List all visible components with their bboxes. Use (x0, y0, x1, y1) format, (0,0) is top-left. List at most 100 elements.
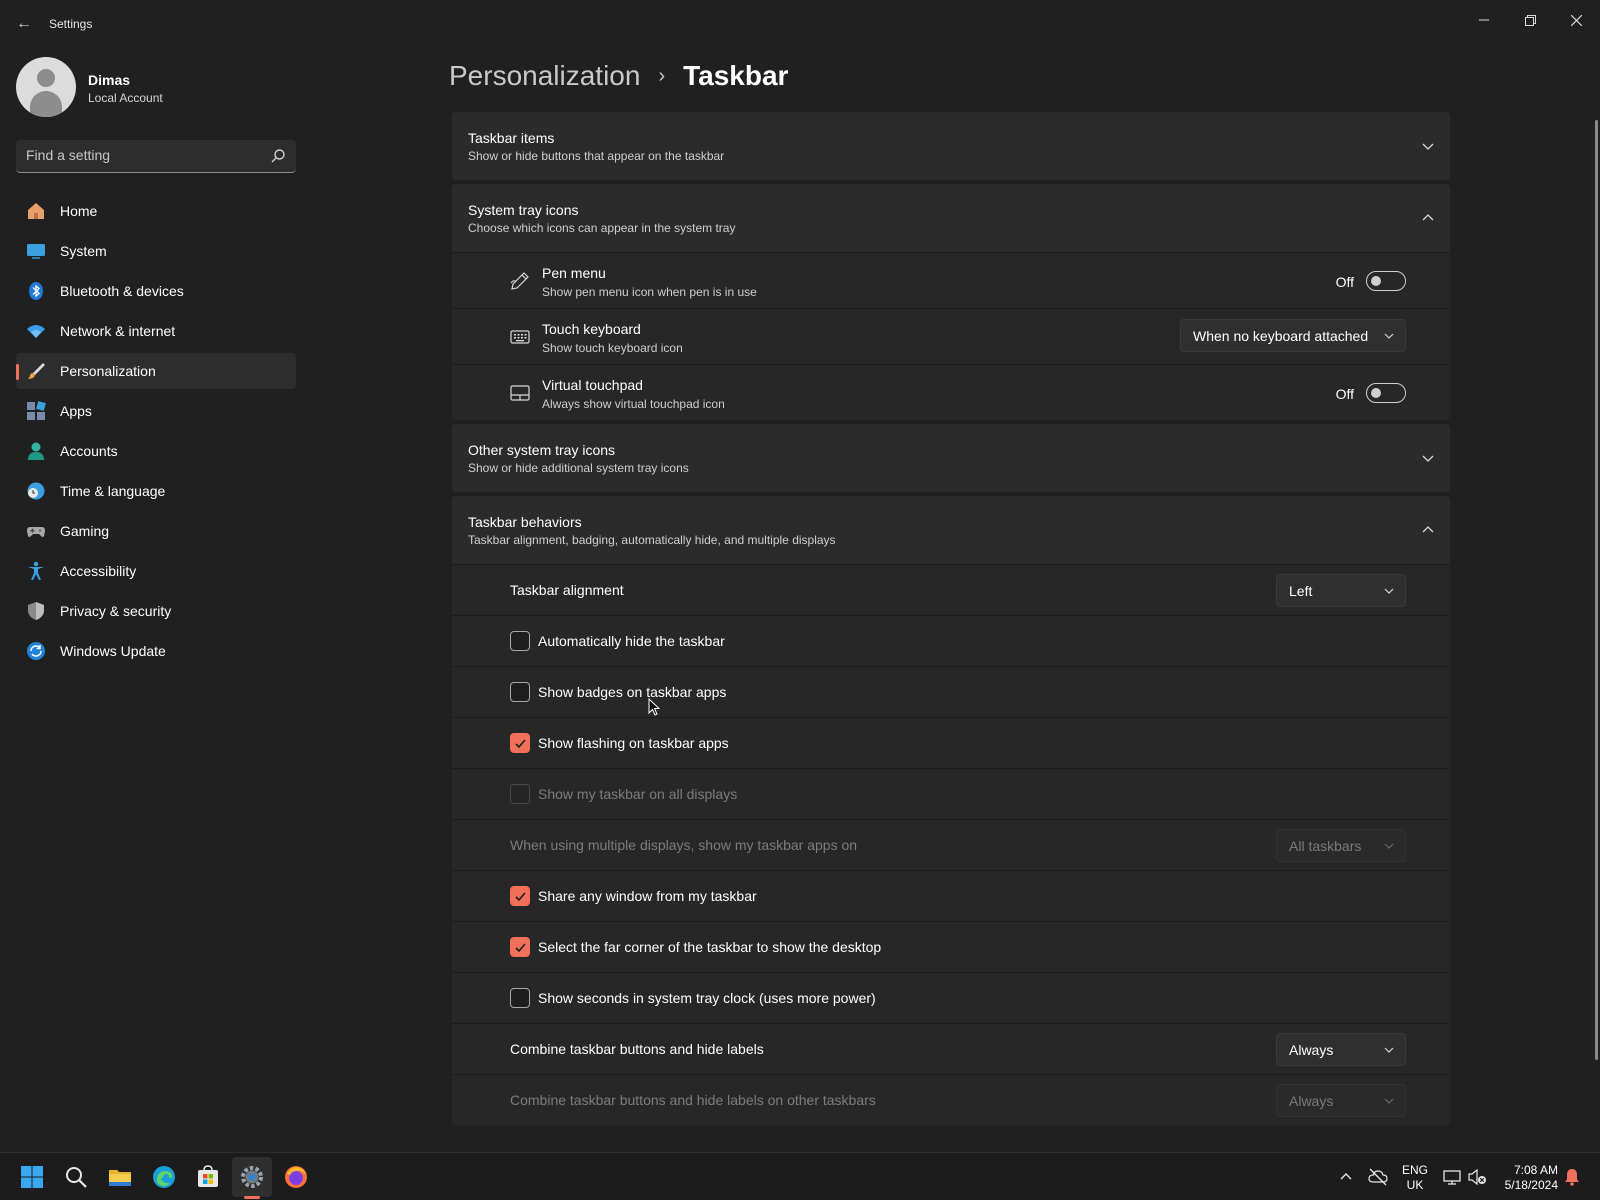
language-region: UK (1406, 1178, 1424, 1192)
virtual-touchpad-toggle[interactable] (1366, 383, 1406, 403)
show-seconds-checkbox[interactable] (510, 988, 530, 1008)
keyboard-icon (510, 330, 530, 344)
checkbox-label[interactable]: Select the far corner of the taskbar to … (538, 939, 881, 955)
section-subtitle: Show or hide buttons that appear on the … (468, 149, 725, 163)
flashing-row: Show flashing on taskbar apps (452, 717, 1450, 768)
back-arrow-icon: ← (16, 15, 32, 32)
taskbar-items-section[interactable]: Taskbar items Show or hide buttons that … (452, 112, 1450, 180)
breadcrumb: Personalization › Taskbar (449, 56, 788, 96)
far-corner-row: Select the far corner of the taskbar to … (452, 921, 1450, 972)
chevron-down-icon (1384, 1047, 1394, 1053)
edge-button[interactable] (144, 1157, 184, 1197)
settings-button[interactable] (232, 1157, 272, 1197)
section-title: Taskbar behaviors (468, 514, 582, 530)
sidebar-item-time-language[interactable]: Time & language (16, 473, 296, 509)
other-tray-icons-section[interactable]: Other system tray icons Show or hide add… (452, 424, 1450, 492)
pen-menu-toggle[interactable] (1366, 271, 1406, 291)
active-app-indicator (244, 1196, 260, 1199)
sidebar-item-label: Accessibility (60, 563, 137, 579)
sidebar-item-apps[interactable]: Apps (16, 393, 296, 429)
sidebar-item-label: Network & internet (60, 323, 176, 339)
taskbar-alignment-dropdown[interactable]: Left (1276, 574, 1406, 607)
toggle-state-label: Off (1335, 386, 1354, 402)
minimize-button[interactable] (1461, 4, 1507, 36)
combine-buttons-dropdown[interactable]: Always (1276, 1033, 1406, 1066)
auto-hide-checkbox[interactable] (510, 631, 530, 651)
volume-muted-icon[interactable] (1467, 1167, 1487, 1187)
search-icon[interactable] (270, 148, 286, 164)
sidebar-item-network[interactable]: Network & internet (16, 313, 296, 349)
toggle-knob (1371, 388, 1381, 398)
touch-keyboard-dropdown[interactable]: When no keyboard attached (1180, 319, 1406, 352)
dropdown-value: Always (1289, 1093, 1334, 1109)
show-seconds-row: Show seconds in system tray clock (uses … (452, 972, 1450, 1023)
chevron-down-icon[interactable] (1420, 138, 1436, 154)
restore-button[interactable] (1507, 4, 1553, 36)
sidebar-item-label: Gaming (60, 523, 110, 539)
sidebar-item-privacy[interactable]: Privacy & security (16, 593, 296, 629)
start-button[interactable] (12, 1157, 52, 1197)
avatar[interactable] (16, 57, 76, 117)
section-subtitle: Show or hide additional system tray icon… (468, 461, 689, 475)
gamepad-icon (27, 527, 45, 537)
firefox-button[interactable] (276, 1157, 316, 1197)
app-title: Settings (49, 17, 93, 31)
start-icon (21, 1166, 43, 1188)
all-displays-checkbox[interactable] (510, 784, 530, 804)
scrollbar[interactable] (1595, 120, 1598, 1060)
chevron-down-icon (1384, 1098, 1394, 1104)
close-button[interactable] (1553, 4, 1599, 36)
badges-checkbox[interactable] (510, 682, 530, 702)
checkbox-label[interactable]: Share any window from my taskbar (538, 888, 757, 904)
chevron-up-icon[interactable] (1420, 522, 1436, 538)
sidebar-item-windows-update[interactable]: Windows Update (16, 633, 296, 669)
taskbar-behaviors-section[interactable]: Taskbar behaviors Taskbar alignment, bad… (452, 496, 1450, 564)
store-button[interactable] (188, 1157, 228, 1197)
search-input[interactable] (26, 147, 256, 163)
combine-other-dropdown[interactable]: Always (1276, 1084, 1406, 1117)
bluetooth-icon (29, 282, 43, 300)
back-button[interactable]: ← (14, 12, 34, 36)
sidebar-item-label: Privacy & security (60, 603, 172, 619)
pen-menu-row: Pen menu Show pen menu icon when pen is … (452, 252, 1450, 308)
share-window-checkbox[interactable] (510, 886, 530, 906)
checkbox-label[interactable]: Show badges on taskbar apps (538, 684, 726, 700)
system-clock[interactable]: 7:08 AM 5/18/2024 (1496, 1163, 1558, 1193)
sidebar-item-gaming[interactable]: Gaming (16, 513, 296, 549)
user-name: Dimas (88, 72, 131, 88)
language-indicator[interactable]: ENG UK (1402, 1163, 1428, 1193)
sidebar-nav: Home System Bluetooth & devices Network … (16, 193, 296, 673)
flashing-checkbox[interactable] (510, 733, 530, 753)
apps-icon (27, 401, 46, 420)
section-title: Taskbar items (468, 130, 555, 146)
system-tray-icons-section[interactable]: System tray icons Choose which icons can… (452, 184, 1450, 252)
cloud-offline-icon[interactable] (1368, 1167, 1388, 1187)
multi-display-dropdown[interactable]: All taskbars (1276, 829, 1406, 862)
person-icon (28, 442, 44, 460)
section-subtitle: Choose which icons can appear in the sys… (468, 221, 736, 235)
display-icon[interactable] (1442, 1167, 1462, 1187)
sidebar-item-system[interactable]: System (16, 233, 296, 269)
notification-bell-icon[interactable] (1562, 1167, 1582, 1187)
chevron-up-icon[interactable] (1336, 1167, 1356, 1187)
file-explorer-button[interactable] (100, 1157, 140, 1197)
sidebar-item-bluetooth[interactable]: Bluetooth & devices (16, 273, 296, 309)
sidebar-item-home[interactable]: Home (16, 193, 296, 229)
sidebar-item-accounts[interactable]: Accounts (16, 433, 296, 469)
breadcrumb-separator: › (658, 64, 666, 87)
taskbar-search-button[interactable] (56, 1157, 96, 1197)
virtual-touchpad-row: Virtual touchpad Always show virtual tou… (452, 364, 1450, 420)
sidebar-item-accessibility[interactable]: Accessibility (16, 553, 296, 589)
chevron-up-icon[interactable] (1420, 210, 1436, 226)
clock-date: 5/18/2024 (1504, 1178, 1558, 1192)
checkbox-label[interactable]: Automatically hide the taskbar (538, 633, 725, 649)
chevron-down-icon[interactable] (1420, 450, 1436, 466)
edge-icon (153, 1166, 175, 1188)
checkbox-label[interactable]: Show flashing on taskbar apps (538, 735, 729, 751)
sidebar-item-personalization[interactable]: Personalization (16, 353, 296, 389)
search-box[interactable] (16, 140, 296, 173)
far-corner-checkbox[interactable] (510, 937, 530, 957)
breadcrumb-parent[interactable]: Personalization (449, 60, 640, 92)
checkbox-label[interactable]: Show seconds in system tray clock (uses … (538, 990, 876, 1006)
sidebar-item-label: Home (60, 203, 98, 219)
